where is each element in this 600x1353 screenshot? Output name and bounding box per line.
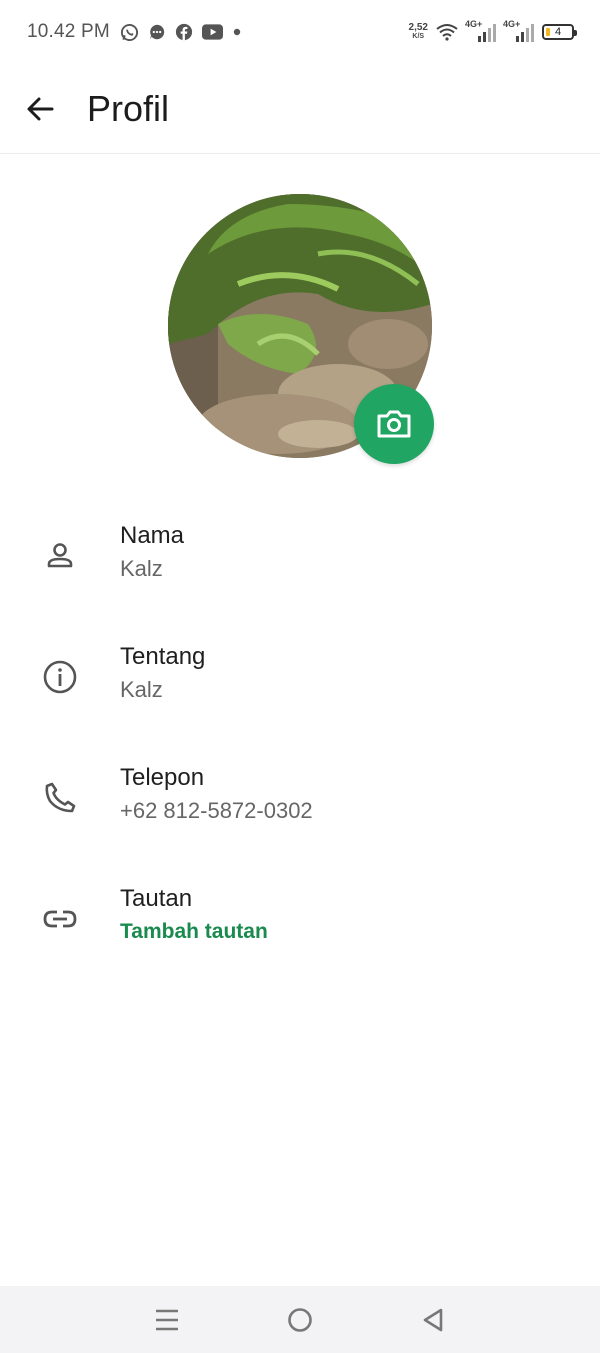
back-button[interactable] [0,64,80,154]
battery-fill [546,28,550,36]
profile-row-name-text: Nama Kalz [120,520,184,586]
signal-1-label: 4G+ [465,19,483,29]
about-value: Kalz [120,677,163,702]
signal-1: 4G+ [465,19,496,42]
status-left: 10.42 PM [27,21,242,43]
profile-info-list: Nama Kalz Tentang Kalz Telepon +62 812-5… [0,500,600,984]
signal-2-label: 4G+ [503,19,521,29]
phone-icon [40,778,80,818]
signal-2: 4G+ [503,19,534,42]
arrow-left-icon [27,97,54,120]
status-right: 2,52 K/S 4G+ 4G+ 4 [409,19,577,42]
system-nav-bar [0,1286,600,1353]
phone-value: +62 812-5872-0302 [120,798,313,823]
battery-icon: 4 [542,24,577,40]
battery-level: 4 [554,26,562,38]
nav-recents-button[interactable] [137,1290,197,1350]
name-label: Nama [120,522,185,549]
circle-icon [288,1307,312,1332]
info-icon [40,657,80,697]
profile-row-phone-text: Telepon +62 812-5872-0302 [120,762,313,828]
net-speed-unit: K/S [412,33,425,40]
nav-home-button[interactable] [270,1290,330,1350]
page-title: Profil [87,87,170,129]
message-icon [149,24,165,40]
phone-label: Telepon [120,764,205,791]
status-time: 10.42 PM [27,21,110,42]
youtube-icon [201,24,223,40]
avatar-container [168,194,434,464]
profile-row-link[interactable]: Tautan Tambah tautan [0,863,600,984]
about-label: Tentang [120,643,206,670]
net-speed-value: 2,52 [408,22,428,33]
facebook-icon [175,23,193,41]
status-bar: 10.42 PM 2,52 K/S 4G+ 4G+ 4 [0,0,600,64]
profile-row-link-text: Tautan Tambah tautan [120,883,268,949]
triangle-back-icon [424,1308,443,1331]
menu-icon [155,1309,178,1330]
change-photo-button[interactable] [354,384,434,464]
link-icon [40,899,80,939]
dot-icon [233,28,241,36]
profile-row-phone[interactable]: Telepon +62 812-5872-0302 [0,742,600,863]
wifi-icon [436,24,458,41]
profile-row-about[interactable]: Tentang Kalz [0,621,600,742]
whatsapp-icon [120,23,138,41]
name-value: Kalz [120,556,163,581]
person-icon [40,536,80,576]
net-speed: 2,52 K/S [409,23,428,41]
notification-icons [120,23,242,42]
link-label: Tautan [120,885,193,912]
profile-row-name[interactable]: Nama Kalz [0,500,600,621]
add-link-button[interactable]: Tambah tautan [120,915,268,949]
profile-row-about-text: Tentang Kalz [120,641,205,707]
camera-icon [377,410,411,438]
nav-back-button[interactable] [403,1290,463,1350]
app-bar: Profil [0,64,600,154]
